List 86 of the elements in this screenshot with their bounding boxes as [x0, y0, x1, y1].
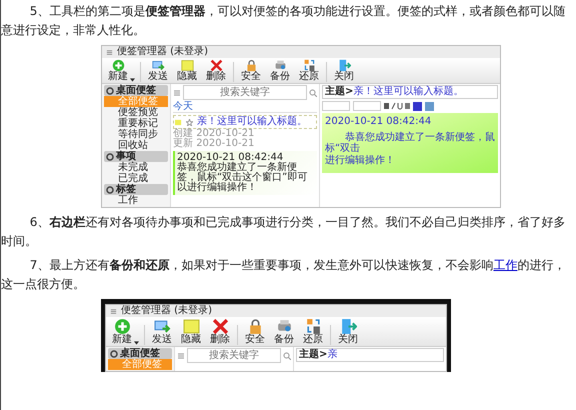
- toolbar-button[interactable]: 删除: [204, 59, 228, 82]
- highlight-color-icon: [425, 102, 434, 110]
- sidebar-item[interactable]: 便签预览: [104, 107, 168, 118]
- group-label: 标签: [116, 184, 136, 195]
- sidebar-item[interactable]: 等待同步: [104, 129, 168, 140]
- paragraph: 6、右边栏还有对各项待办事项和已完成事项进行分类，一目了然。我们不必自己归类排序，省了好多时间。: [1, 214, 566, 250]
- note-text: 恭喜您成功建立了一条新便签，鼠标“双击这个窗口”即可以进行编辑操作！: [177, 163, 308, 193]
- toolbar-button[interactable]: 隐藏: [175, 59, 199, 82]
- note-title: 亲！这里可以输入标题。: [197, 117, 307, 127]
- exit-door-icon: [338, 59, 350, 72]
- date-label: 创建: [173, 128, 193, 139]
- toolbar-button[interactable]: 安全: [239, 59, 263, 82]
- search-icon: [309, 88, 317, 96]
- paragraph: 7、最上方还有备份和还原，如果对于一些重要事项，发生意外可以快速恢复，不会影响工作的进行，这一点很方便。: [1, 257, 566, 293]
- list-icon: [173, 88, 181, 96]
- star-icon: [186, 118, 193, 126]
- note-time: 2020-10-21 08:42:44: [177, 153, 284, 163]
- paragraph: 5、工具栏的第二项是便签管理器，可以对便签的各项功能进行设置。便签的式样，或者颜色都可以随意进行设定，非常人性化。: [1, 3, 566, 39]
- note-header[interactable]: 亲！这里可以输入标题。: [173, 115, 317, 129]
- search-field[interactable]: 搜索关键字: [187, 348, 281, 363]
- window-title: 便签管理器 (未登录): [117, 47, 208, 57]
- caret-icon: [130, 78, 135, 82]
- circle-icon: [106, 152, 114, 160]
- note-icon: [182, 318, 200, 335]
- toolbar-button[interactable]: 发送: [150, 318, 174, 345]
- toolbar-button[interactable]: 还原: [297, 59, 321, 82]
- sidebar-group-header[interactable]: 桌面便签: [108, 348, 172, 359]
- sidebar-group-header[interactable]: 标签: [104, 184, 168, 195]
- group-label: 桌面便签: [120, 348, 160, 359]
- toolbar-button[interactable]: 安全: [243, 318, 267, 345]
- padlock-icon: [244, 59, 258, 72]
- sidebar-item[interactable]: 回收站: [104, 140, 168, 151]
- window-menu-icon: [106, 48, 113, 56]
- subject-label: 主题>: [325, 86, 354, 97]
- group-label: 事项: [116, 151, 136, 162]
- toolbar-button[interactable]: 新建: [106, 59, 130, 82]
- envelope-arrow-icon: [152, 59, 164, 72]
- note-icon: [180, 59, 194, 72]
- delete-x-icon: [212, 318, 228, 335]
- group-label: 今天: [173, 102, 317, 113]
- window-menu-icon: [110, 308, 117, 314]
- circle-icon: [106, 86, 114, 94]
- note-icon: [175, 118, 182, 126]
- toolbar-button[interactable]: 关闭: [332, 59, 356, 82]
- date-text: 2020-10-21: [196, 128, 254, 139]
- caret-icon: [134, 341, 139, 345]
- text-link[interactable]: 工作: [493, 258, 518, 272]
- subject-text: 亲: [327, 349, 338, 360]
- note-time: 2020-10-21 08:42:44: [325, 116, 432, 128]
- text-color-icon: [413, 102, 422, 110]
- circle-icon: [106, 186, 114, 194]
- subject-label: 主题>: [299, 349, 328, 360]
- sidebar-group-header[interactable]: 桌面便签: [104, 85, 168, 96]
- toolbar-button[interactable]: 备份: [272, 318, 296, 345]
- circle-icon: [110, 350, 118, 358]
- date-label: 更新: [173, 138, 193, 149]
- date-text: 2020-10-21: [196, 138, 254, 149]
- sidebar-item[interactable]: 未完成: [104, 162, 168, 173]
- size-select-field[interactable]: [353, 101, 381, 111]
- search-field[interactable]: 搜索关键字: [183, 85, 307, 100]
- toolbar-button[interactable]: 删除: [208, 318, 232, 345]
- font-select-field[interactable]: [322, 101, 350, 111]
- subject-text: 亲！这里可以输入标题。: [353, 86, 464, 97]
- plus-circle-icon: [114, 318, 130, 335]
- list-icon: [177, 352, 185, 360]
- toolbar-button[interactable]: 关闭: [336, 318, 360, 345]
- sidebar-item[interactable]: 已完成: [104, 173, 168, 184]
- restore-icon: [304, 318, 322, 335]
- envelope-arrow-icon: [154, 318, 170, 335]
- search-icon: [283, 352, 291, 360]
- delete-x-icon: [210, 59, 222, 72]
- format-bar-icon: [384, 102, 410, 110]
- note-text: 恭喜您成功建立了一条新便签，鼠标“双击 进行编辑操作！: [325, 132, 495, 166]
- plus-circle-icon: [112, 59, 124, 72]
- toolbar-button[interactable]: 隐藏: [179, 318, 203, 345]
- sidebar-group-header[interactable]: 事项: [104, 151, 168, 162]
- sidebar-item[interactable]: 工作: [104, 195, 168, 206]
- toolbar-button[interactable]: 还原: [301, 318, 325, 345]
- sidebar-item[interactable]: 重要标记: [104, 118, 168, 129]
- exit-door-icon: [340, 318, 356, 335]
- toolbar-button[interactable]: 发送: [146, 59, 170, 82]
- toolbar-button[interactable]: 备份: [268, 59, 292, 82]
- group-label: 桌面便签: [116, 85, 156, 96]
- restore-icon: [302, 59, 316, 72]
- toolbar-button[interactable]: 新建: [110, 318, 134, 345]
- window-title: 便签管理器 (未登录): [121, 306, 212, 316]
